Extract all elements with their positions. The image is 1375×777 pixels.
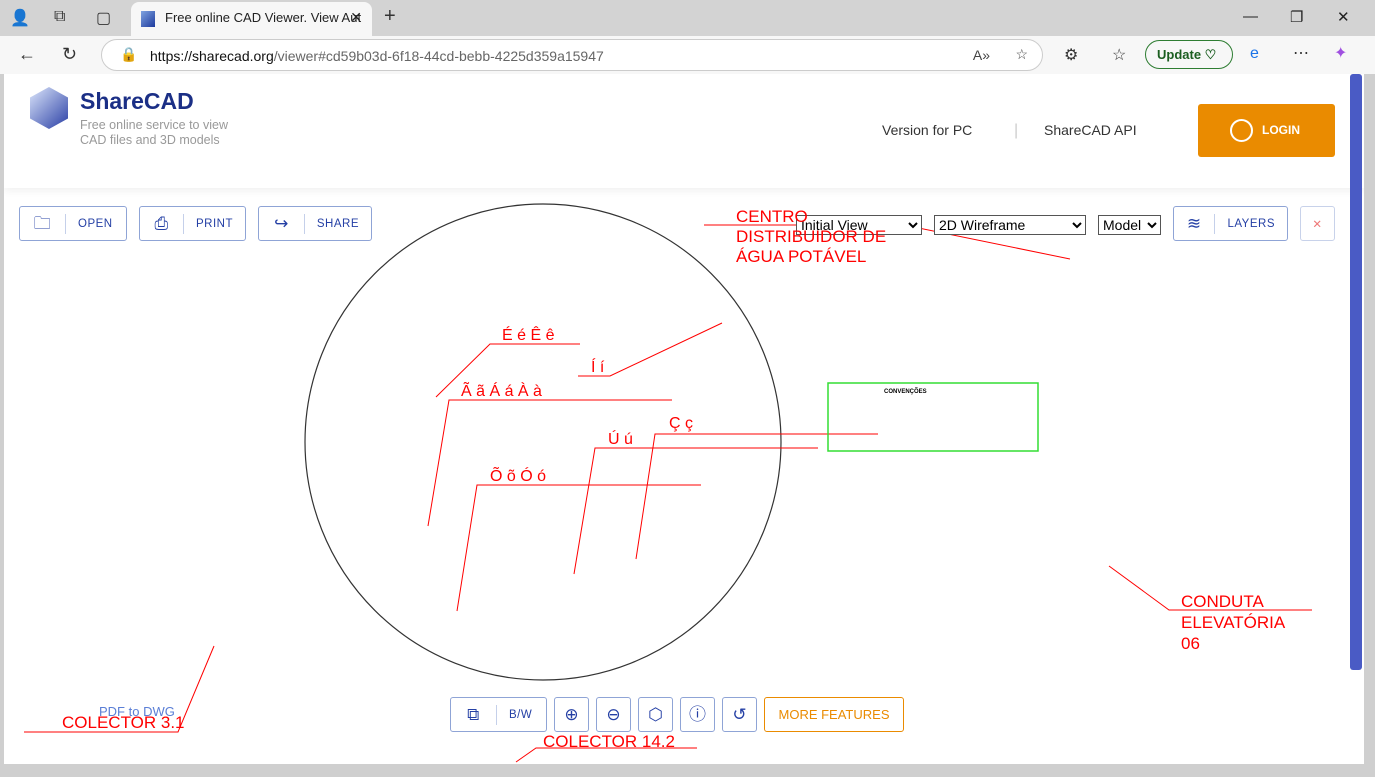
update-label: Update	[1157, 47, 1202, 62]
more-icon[interactable]: ⋯	[1293, 43, 1309, 63]
url-host: https://sharecad.org	[150, 48, 274, 64]
drawing-circle	[304, 203, 782, 681]
rotate-button[interactable]: ↺	[722, 697, 757, 732]
print-label: PRINT	[196, 217, 233, 230]
restore-icon[interactable]: ❐	[1290, 8, 1303, 26]
space-select[interactable]: Model	[1098, 215, 1161, 235]
sharecad-favicon-icon	[141, 11, 155, 27]
layers-label: LAYERS	[1227, 217, 1275, 230]
label-colector-3-1: COLECTOR 3.1	[62, 713, 185, 732]
more-features-button[interactable]: MORE FEATURES	[764, 697, 904, 732]
tab-bar: 👤 ⧉ ▢ Free online CAD Viewer. View Aut ✕ …	[0, 0, 1375, 36]
login-label: LOGIN	[1262, 123, 1300, 137]
tab-actions-icon[interactable]: ▢	[96, 8, 111, 28]
lock-icon: 🔒	[120, 46, 138, 62]
label-u: Ú ú	[608, 431, 633, 448]
favorite-icon[interactable]: ☆	[1015, 46, 1028, 63]
label-o: Õ õ Ó ó	[490, 468, 547, 485]
minimize-icon[interactable]: —	[1243, 8, 1258, 25]
3d-cube-button[interactable]: ⬡	[638, 697, 673, 732]
update-button[interactable]: Update ♡	[1145, 40, 1233, 69]
brand-name[interactable]: ShareCAD	[80, 88, 194, 115]
sharecad-logo-icon[interactable]	[30, 87, 68, 129]
profile-icon[interactable]: 👤	[10, 8, 30, 28]
leader-lines	[24, 224, 1312, 763]
refresh-icon[interactable]: ↻	[62, 44, 77, 65]
legend-title: CONVENÇÕES	[884, 389, 927, 395]
info-button[interactable]: ⓘ	[680, 697, 715, 732]
favorites-icon[interactable]: ☆	[1112, 45, 1126, 65]
url-input[interactable]: 🔒 https://sharecad.org/viewer#cd59b03d-6f…	[101, 39, 1043, 71]
new-tab-icon[interactable]: +	[384, 5, 396, 28]
label-a: Ã ã Á á À à	[461, 383, 542, 400]
copilot-icon[interactable]: ✦	[1334, 43, 1347, 63]
share-icon: ↪	[259, 213, 305, 234]
close-window-icon[interactable]: ✕	[1337, 8, 1350, 26]
back-icon[interactable]: ←	[18, 44, 36, 65]
login-button[interactable]: LOGIN	[1198, 104, 1335, 157]
scrollbar[interactable]	[1350, 74, 1362, 670]
label-centro: CENTRO DISTRIBUIDOR DE ÁGUA POTÁVEL	[736, 207, 887, 266]
close-viewer-button[interactable]: ✕	[1300, 206, 1335, 241]
url-path: /viewer#cd59b03d-6f18-44cd-bebb-4225d359…	[273, 48, 604, 64]
extensions-icon[interactable]: ⚙	[1064, 45, 1078, 65]
page: CONVENÇÕES ShareCAD Free online service …	[4, 74, 1364, 764]
zoom-out-button[interactable]: ⊖	[596, 697, 631, 732]
open-button[interactable]: 🗀 OPEN	[19, 206, 127, 241]
legend-box	[827, 382, 1039, 452]
nav-divider: |	[1014, 122, 1019, 139]
share-label: SHARE	[316, 217, 359, 230]
label-i: Í í	[591, 359, 605, 376]
zoom-in-button[interactable]: ⊕	[554, 697, 589, 732]
edge-icon[interactable]: e	[1250, 45, 1259, 63]
nav-sharecad-api[interactable]: ShareCAD API	[1044, 122, 1137, 138]
site-header: ShareCAD Free online service to view CAD…	[4, 74, 1364, 188]
close-tab-icon[interactable]: ✕	[350, 9, 362, 26]
tab-active[interactable]: Free online CAD Viewer. View Aut ✕	[131, 2, 372, 36]
folder-icon: 🗀	[20, 213, 66, 234]
printer-icon: ⎙	[140, 213, 184, 234]
share-button[interactable]: ↪ SHARE	[258, 206, 372, 241]
layers-button[interactable]: ≋ LAYERS	[1173, 206, 1288, 241]
bw-button[interactable]: ⧉ B/W	[450, 697, 547, 732]
render-mode-select[interactable]: 2D Wireframe	[934, 215, 1086, 235]
label-c: Ç ç	[669, 415, 693, 432]
label-e: É é Ê ê	[502, 327, 555, 344]
bw-label: B/W	[509, 708, 533, 721]
workspaces-icon[interactable]: ⧉	[54, 8, 65, 26]
tab-title: Free online CAD Viewer. View Aut	[165, 10, 362, 25]
tagline: Free online service to view CAD files an…	[80, 118, 228, 147]
user-icon	[1230, 119, 1253, 142]
read-aloud-icon[interactable]: A»	[973, 47, 990, 63]
address-bar-row: ← ↻ 🔒 https://sharecad.org/viewer#cd59b03…	[0, 36, 1375, 74]
layers-icon: ≋	[1174, 213, 1216, 234]
print-button[interactable]: ⎙ PRINT	[139, 206, 246, 241]
nav-version-for-pc[interactable]: Version for PC	[882, 122, 972, 138]
label-colector-14-2: COLECTOR 14.2	[543, 732, 675, 751]
open-label: OPEN	[78, 217, 113, 230]
label-conduta: CONDUTA ELEVATÓRIA 06	[1181, 592, 1285, 653]
copy-icon: ⧉	[451, 704, 497, 725]
